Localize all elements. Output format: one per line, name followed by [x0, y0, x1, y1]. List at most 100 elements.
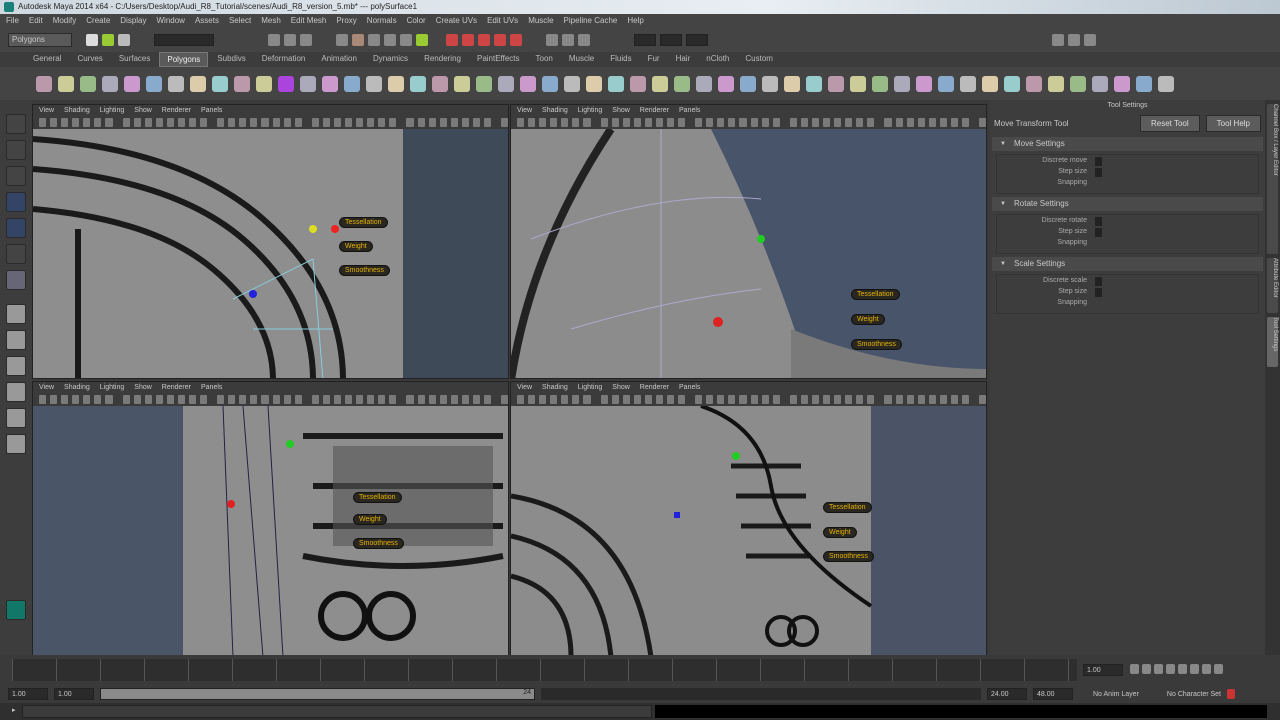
time-slider[interactable]: 1.00 — [0, 655, 1280, 685]
shelf-tool-icon[interactable] — [322, 75, 338, 92]
viewport-toolbar-icon[interactable] — [345, 395, 353, 404]
viewport-toolbar-icon[interactable] — [439, 395, 447, 404]
viewport-menu-renderer[interactable]: Renderer — [162, 382, 191, 393]
viewport-toolbar-icon[interactable] — [583, 118, 591, 127]
viewport-toolbar-icon[interactable] — [105, 395, 113, 404]
select-tool-icon[interactable] — [6, 114, 26, 134]
viewport-toolbar-icon[interactable] — [728, 118, 736, 127]
time-ruler[interactable] — [12, 659, 1077, 681]
viewport-top-left[interactable]: View Shading Lighting Show Renderer Panels Te… — [32, 104, 509, 379]
shelf-tab-general[interactable]: General — [26, 52, 68, 67]
selection-field[interactable] — [154, 34, 214, 46]
viewport-toolbar-icon[interactable] — [811, 118, 820, 127]
menu-create-uvs[interactable]: Create UVs — [436, 14, 477, 28]
viewport-toolbar-icon[interactable] — [550, 118, 558, 127]
viewport-toolbar-icon[interactable] — [644, 395, 652, 404]
viewport-toolbar-icon[interactable] — [600, 395, 608, 404]
viewport-toolbar-icon[interactable] — [939, 118, 947, 127]
viewport-toolbar-icon[interactable] — [739, 118, 747, 127]
show-hide-attribute-editor-icon[interactable] — [1068, 34, 1080, 46]
menu-window[interactable]: Window — [157, 14, 185, 28]
viewport-toolbar-icon[interactable] — [333, 395, 342, 404]
paint-select-tool-icon[interactable] — [6, 166, 26, 186]
setting-field[interactable] — [1095, 217, 1102, 226]
mask-handle-icon[interactable] — [352, 34, 364, 46]
viewport-toolbar-icon[interactable] — [728, 395, 736, 404]
shelf-tool-icon[interactable] — [476, 75, 492, 92]
viewport-menu-renderer[interactable]: Renderer — [162, 105, 191, 116]
shelf-tab-curves[interactable]: Curves — [70, 52, 109, 67]
shelf-tool-icon[interactable] — [850, 75, 866, 92]
viewport-menu-lighting[interactable]: Lighting — [100, 382, 125, 393]
lock-selection-icon[interactable] — [416, 34, 428, 46]
viewport-toolbar-icon[interactable] — [283, 395, 291, 404]
select-by-component-icon[interactable] — [300, 34, 312, 46]
shelf-tool-icon[interactable] — [960, 75, 976, 92]
viewport-toolbar-icon[interactable] — [789, 118, 797, 127]
viewport-toolbar-icon[interactable] — [800, 118, 808, 127]
snap-live-icon[interactable] — [510, 34, 522, 46]
viewport-toolbar-icon[interactable] — [83, 395, 91, 404]
viewport-toolbar-icon[interactable] — [928, 118, 936, 127]
viewport-toolbar-icon[interactable] — [261, 118, 269, 127]
save-scene-icon[interactable] — [118, 34, 130, 46]
viewport-toolbar-icon[interactable] — [717, 395, 725, 404]
viewport-toolbar-icon[interactable] — [884, 395, 892, 404]
shelf-tool-icon[interactable] — [256, 75, 272, 92]
section-header-1[interactable]: Move Settings — [992, 137, 1263, 151]
viewport-toolbar-icon[interactable] — [389, 395, 397, 404]
playback-start-field[interactable]: 1.00 — [54, 688, 94, 700]
snap-curve-icon[interactable] — [462, 34, 474, 46]
viewport-toolbar-icon[interactable] — [906, 395, 914, 404]
viewport-toolbar-icon[interactable] — [166, 118, 174, 127]
viewport-toolbar-icon[interactable] — [867, 118, 875, 127]
shelf-tool-icon[interactable] — [520, 75, 536, 92]
viewport-toolbar-icon[interactable] — [94, 395, 102, 404]
viewport-toolbar-icon[interactable] — [177, 395, 186, 404]
shelf-tool-icon[interactable] — [58, 75, 74, 92]
play-forward-icon[interactable] — [1178, 664, 1187, 674]
shelf-tool-icon[interactable] — [1026, 75, 1042, 92]
input-field-3[interactable] — [686, 34, 708, 46]
shelf-tool-icon[interactable] — [784, 75, 800, 92]
viewport-toolbar-icon[interactable] — [155, 118, 163, 127]
viewport-toolbar-icon[interactable] — [939, 395, 947, 404]
viewport-toolbar-icon[interactable] — [450, 118, 458, 127]
viewport-toolbar-icon[interactable] — [294, 118, 302, 127]
go-to-end-icon[interactable] — [1214, 664, 1223, 674]
shelf-tool-icon[interactable] — [1070, 75, 1086, 92]
viewport-toolbar-icon[interactable] — [856, 395, 864, 404]
tool-settings-tab[interactable]: Tool Settings — [1267, 317, 1278, 367]
menu-mesh[interactable]: Mesh — [261, 14, 281, 28]
viewport-toolbar-icon[interactable] — [200, 118, 208, 127]
viewport-toolbar-icon[interactable] — [272, 118, 280, 127]
viewport-toolbar-icon[interactable] — [550, 395, 558, 404]
viewport-toolbar-icon[interactable] — [356, 118, 364, 127]
shelf-tab-subdivs[interactable]: Subdivs — [210, 52, 252, 67]
hud-smoothness[interactable]: Smoothness — [339, 265, 390, 276]
shelf-tool-icon[interactable] — [718, 75, 734, 92]
viewport-toolbar-icon[interactable] — [917, 395, 925, 404]
viewport-toolbar-icon[interactable] — [417, 395, 425, 404]
viewport-toolbar-icon[interactable] — [483, 395, 492, 404]
script-editor-icon[interactable] — [6, 600, 26, 620]
viewport-toolbar-icon[interactable] — [517, 395, 525, 404]
viewport-toolbar-icon[interactable] — [428, 118, 436, 127]
viewport-scene[interactable]: Tessellation Weight Smoothness — [33, 405, 508, 655]
viewport-toolbar-icon[interactable] — [217, 118, 225, 127]
viewport-toolbar-icon[interactable] — [294, 395, 302, 404]
render-icon[interactable] — [546, 34, 558, 46]
shelf-tool-icon[interactable] — [190, 75, 206, 92]
four-view-layout-icon[interactable] — [6, 330, 26, 350]
outliner-layout-icon[interactable] — [6, 434, 26, 454]
shelf-tool-icon[interactable] — [938, 75, 954, 92]
shelf-tab-custom[interactable]: Custom — [738, 52, 780, 67]
viewport-toolbar-icon[interactable] — [600, 118, 608, 127]
viewport-menu-view[interactable]: View — [517, 382, 532, 393]
menu-edit-uvs[interactable]: Edit UVs — [487, 14, 518, 28]
go-to-start-icon[interactable] — [1130, 664, 1139, 674]
viewport-toolbar-icon[interactable] — [461, 118, 469, 127]
viewport-toolbar-icon[interactable] — [528, 395, 536, 404]
render-settings-icon[interactable] — [578, 34, 590, 46]
viewport-toolbar-icon[interactable] — [917, 118, 925, 127]
